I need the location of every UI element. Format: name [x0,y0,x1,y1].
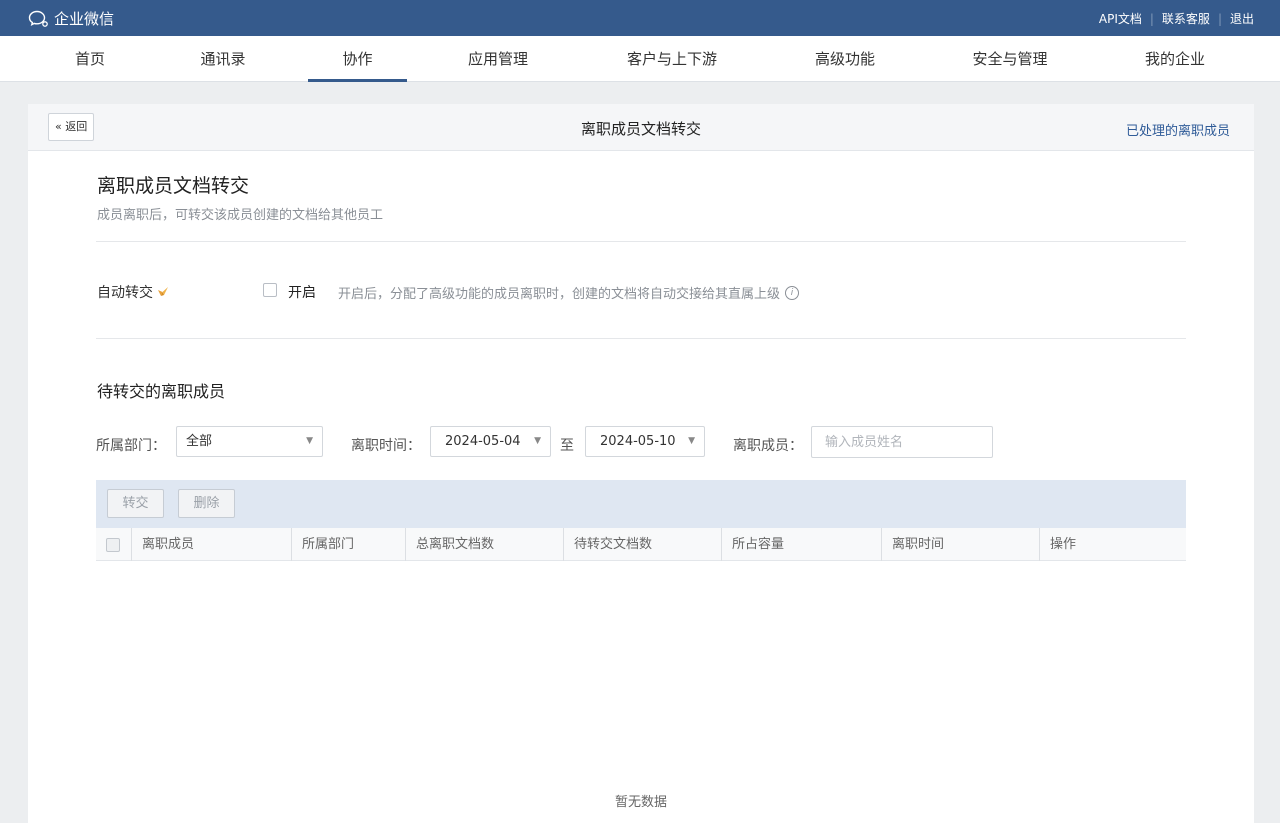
premium-badge-icon [158,287,168,296]
section-description: 成员离职后，可转交该成员创建的文档给其他员工 [97,208,384,223]
nav-contacts[interactable]: 通讯录 [188,36,258,82]
start-date-select[interactable]: 2024-05-04 ▼ [430,426,551,457]
logout-link[interactable]: 退出 [1230,10,1254,27]
column-header-member[interactable]: 离职成员 [131,528,291,561]
column-header-total-docs[interactable]: 总离职文档数 [405,528,563,561]
nav-app-management[interactable]: 应用管理 [458,36,538,82]
department-select[interactable]: 全部 ▼ [176,426,323,457]
auto-transfer-label: 自动转交 [97,285,153,301]
top-links: API文档 | 联系客服 | 退出 [1099,10,1254,27]
department-select-value: 全部 [186,434,213,449]
app-logo[interactable]: 企业微信 [28,8,114,29]
pending-members-title: 待转交的离职成员 [97,382,226,401]
auto-transfer-description: 开启后，分配了高级功能的成员离职时，创建的文档将自动交接给其直属上级 [338,287,781,302]
divider [96,338,1186,339]
auto-transfer-checkbox[interactable] [263,283,277,297]
nav-security[interactable]: 安全与管理 [960,36,1060,82]
wecom-logo-icon [28,10,48,27]
start-date-value: 2024-05-04 [445,434,521,449]
column-header-capacity[interactable]: 所占容量 [721,528,881,561]
app-name: 企业微信 [54,10,115,28]
nav-collaboration[interactable]: 协作 [308,36,407,82]
link-separator: | [1149,11,1154,26]
page-title: 离职成员文档转交 [580,120,701,138]
end-date-select[interactable]: 2024-05-10 ▼ [585,426,705,457]
column-header-leave-time[interactable]: 离职时间 [881,528,1039,561]
nav-my-enterprise[interactable]: 我的企业 [1135,36,1215,82]
nav-customers[interactable]: 客户与上下游 [612,36,732,82]
contact-support-link[interactable]: 联系客服 [1162,10,1210,27]
chevron-down-icon: ▼ [688,436,695,446]
member-filter-label: 离职成员： [733,438,803,454]
content-panel: « 返回 离职成员文档转交 已处理的离职成员 离职成员文档转交 成员离职后，可转… [28,104,1254,823]
enable-label[interactable]: 开启 [288,282,316,302]
processed-members-link[interactable]: 已处理的离职成员 [1126,120,1230,139]
table-header: 离职成员 所属部门 总离职文档数 待转交文档数 所占容量 离职时间 操作 [96,528,1186,561]
end-date-value: 2024-05-10 [600,434,676,449]
column-header-actions: 操作 [1039,528,1186,561]
divider [96,241,1186,242]
nav-home[interactable]: 首页 [60,36,120,82]
auto-transfer-description-group: 开启后，分配了高级功能的成员离职时，创建的文档将自动交接给其直属上级 i [338,283,800,302]
top-bar: 企业微信 API文档 | 联系客服 | 退出 [0,0,1280,36]
chevron-down-icon: ▼ [534,436,541,446]
panel-header: « 返回 离职成员文档转交 已处理的离职成员 [28,104,1254,151]
column-header-department[interactable]: 所属部门 [291,528,405,561]
delete-button[interactable]: 删除 [178,489,235,518]
date-range-to-label: 至 [560,438,574,454]
section-title: 离职成员文档转交 [97,175,250,197]
transfer-button[interactable]: 转交 [107,489,164,518]
chevron-down-icon: ▼ [306,436,313,446]
auto-transfer-label-group: 自动转交 [97,282,169,302]
link-separator: | [1217,11,1222,26]
main-nav: 首页 通讯录 协作 应用管理 客户与上下游 高级功能 安全与管理 我的企业 [0,36,1280,82]
api-docs-link[interactable]: API文档 [1099,10,1142,27]
table-toolbar: 转交 删除 [96,480,1186,528]
select-all-checkbox[interactable] [106,538,120,552]
column-header-pending-docs[interactable]: 待转交文档数 [563,528,721,561]
member-name-input[interactable] [811,426,993,458]
leave-time-label: 离职时间： [351,438,421,454]
department-filter-label: 所属部门： [96,438,166,454]
info-icon[interactable]: i [785,285,800,300]
nav-advanced[interactable]: 高级功能 [805,36,885,82]
empty-state-text: 暂无数据 [614,795,667,810]
